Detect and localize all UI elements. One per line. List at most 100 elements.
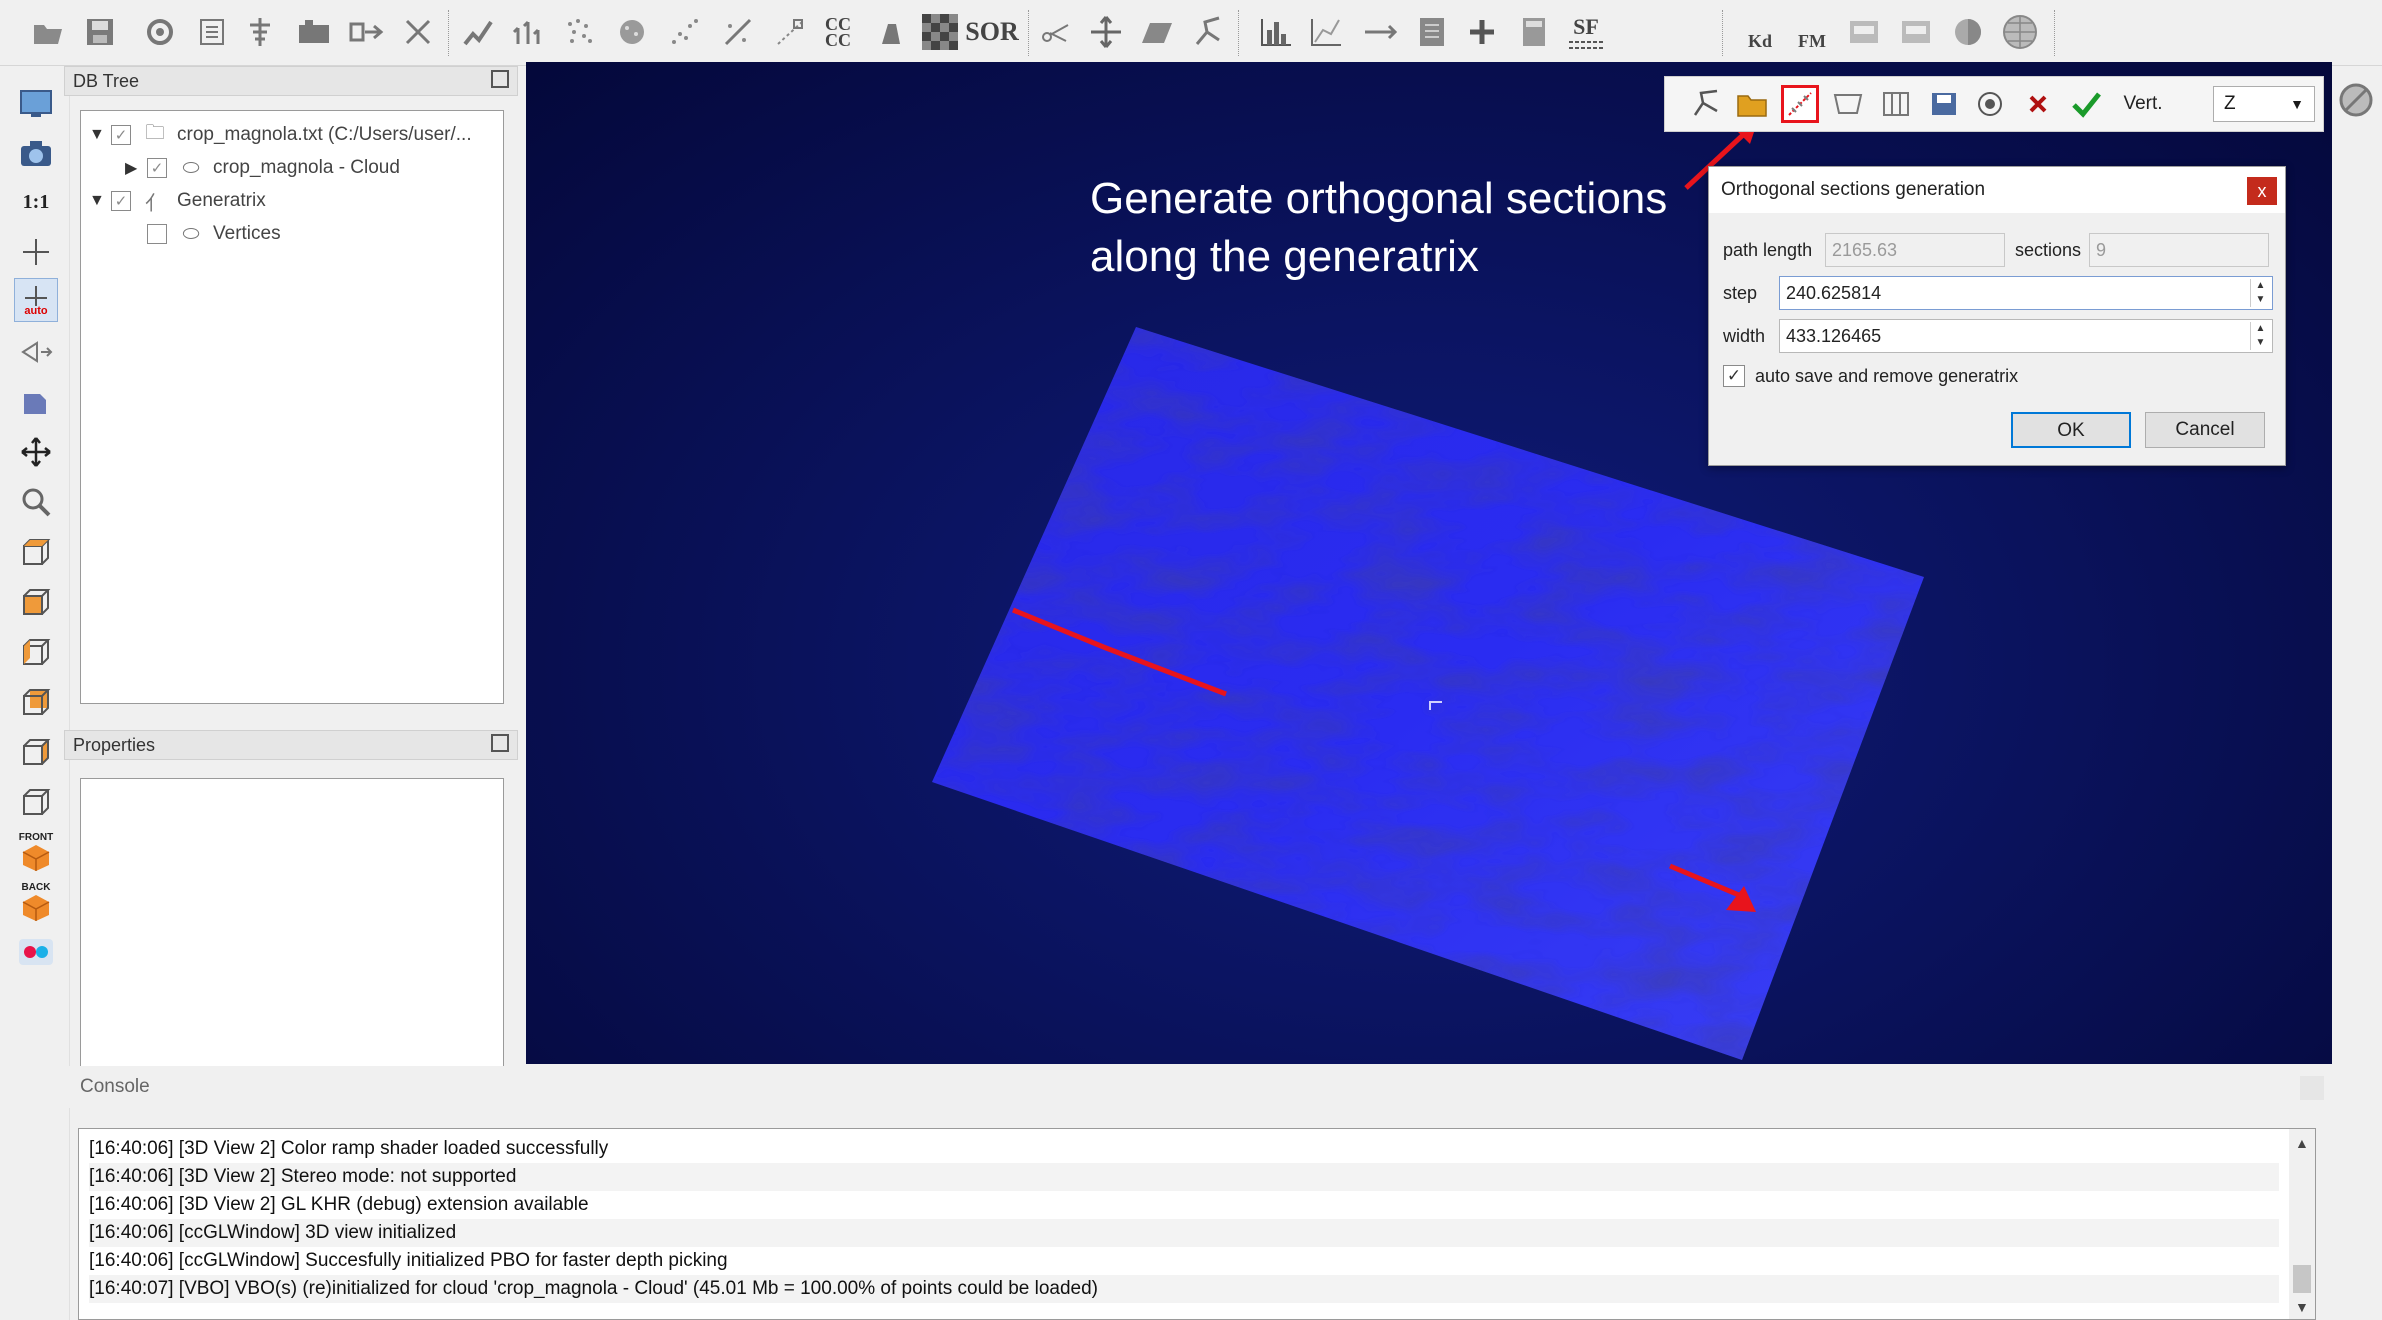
scroll-up-icon[interactable]: ▲ xyxy=(2295,1135,2309,1151)
load-view-icon[interactable] xyxy=(1896,12,1936,52)
reset-icon[interactable] xyxy=(1971,85,2009,123)
toolbar-separator xyxy=(1722,10,1724,56)
settings-icon[interactable] xyxy=(140,12,180,52)
sample-icon[interactable] xyxy=(612,12,652,52)
sphere-icon[interactable] xyxy=(1948,12,1988,52)
pivot-icon[interactable] xyxy=(14,230,58,274)
validate-icon[interactable] xyxy=(2067,85,2105,123)
extract-icon[interactable] xyxy=(1877,85,1915,123)
fm-icon[interactable]: FM xyxy=(1792,12,1832,52)
front-iso-icon[interactable]: FRONT xyxy=(14,830,58,874)
clone-icon[interactable] xyxy=(458,12,498,52)
db-tree-title-bar: DB Tree xyxy=(64,66,518,96)
filter-icon[interactable] xyxy=(1412,12,1452,52)
no-entry-icon[interactable] xyxy=(2336,80,2376,120)
resample2-icon[interactable] xyxy=(770,12,810,52)
auto-save-option[interactable]: ✓ auto save and remove generatrix xyxy=(1723,365,2018,387)
visibility-checkbox[interactable]: ✓ xyxy=(147,158,167,178)
float-icon[interactable] xyxy=(491,70,509,88)
view-toolbar: 1:1 auto FRONT BACK xyxy=(0,66,70,1320)
width-spinbox[interactable]: 433.126465 ▲ ▼ xyxy=(1779,319,2273,353)
cancel-button[interactable]: Cancel xyxy=(2145,412,2265,448)
object-icon[interactable] xyxy=(14,380,58,424)
axis-dropdown[interactable]: Z ▼ xyxy=(2213,86,2315,122)
scrollbar-thumb[interactable] xyxy=(2293,1265,2311,1293)
list-icon[interactable] xyxy=(192,12,232,52)
step-spinbox[interactable]: 240.625814 ▲ ▼ xyxy=(1779,276,2273,310)
display-icon[interactable] xyxy=(14,82,58,126)
globe-icon[interactable] xyxy=(2000,12,2040,52)
kd-icon[interactable]: Kd xyxy=(1740,12,1780,52)
tree-item-cloud[interactable]: ▶ ✓ ⬭ crop_magnola - Cloud xyxy=(125,152,400,184)
calc-icon[interactable] xyxy=(1514,12,1554,52)
cancel-icon[interactable] xyxy=(2019,85,2057,123)
path-length-label: path length xyxy=(1723,240,1813,260)
console-log[interactable]: [16:40:06] [3D View 2] Color ramp shader… xyxy=(78,1128,2316,1320)
sf-icon[interactable]: SF xyxy=(1566,12,1606,52)
checker-icon[interactable] xyxy=(920,12,960,52)
generatrix-icon[interactable] xyxy=(1188,12,1228,52)
sor-icon[interactable]: SOR xyxy=(965,12,1018,52)
console-scrollbar[interactable]: ▲ ▼ xyxy=(2289,1129,2315,1319)
step-label: step xyxy=(1723,283,1758,303)
scatter-icon[interactable] xyxy=(664,12,704,52)
plot-icon[interactable] xyxy=(1306,12,1346,52)
scissors-icon[interactable] xyxy=(1036,12,1076,52)
move-icon[interactable] xyxy=(14,430,58,474)
visibility-checkbox[interactable]: ✓ xyxy=(111,125,131,145)
stereo-icon[interactable] xyxy=(14,930,58,974)
export-sections-icon[interactable] xyxy=(1925,85,1963,123)
toolbar-separator xyxy=(448,10,450,56)
scroll-down-icon[interactable]: ▼ xyxy=(2295,1299,2309,1315)
ok-button[interactable]: OK xyxy=(2011,412,2131,448)
compare-icon[interactable] xyxy=(870,12,910,52)
save-view-icon[interactable] xyxy=(1844,12,1884,52)
back-view-icon[interactable] xyxy=(14,680,58,724)
right-view-icon[interactable] xyxy=(14,730,58,774)
noise-icon[interactable] xyxy=(560,12,600,52)
left-view-icon[interactable] xyxy=(14,630,58,674)
zoom-icon[interactable] xyxy=(14,480,58,524)
normals-icon[interactable] xyxy=(510,12,550,52)
back-iso-icon[interactable]: BACK xyxy=(14,880,58,924)
tree-item-vertices[interactable]: ⬭ Vertices xyxy=(135,218,281,250)
collapse-arrow-icon[interactable]: ▼ xyxy=(89,192,111,210)
merge-icon[interactable] xyxy=(294,12,334,52)
close-button[interactable]: x xyxy=(2247,177,2277,205)
expand-arrow-icon[interactable]: ▶ xyxy=(125,158,147,178)
sections-label: sections xyxy=(2015,240,2082,260)
top-view-icon[interactable] xyxy=(14,530,58,574)
export-icon[interactable] xyxy=(346,12,386,52)
import-icon[interactable] xyxy=(1733,85,1771,123)
auto-save-checkbox[interactable]: ✓ xyxy=(1723,365,1745,387)
front-view-icon[interactable] xyxy=(14,580,58,624)
plane-icon[interactable] xyxy=(1136,12,1176,52)
delete-icon[interactable] xyxy=(398,12,438,52)
add-icon[interactable] xyxy=(1462,12,1502,52)
cc-icon[interactable]: CC CC xyxy=(818,12,858,52)
resample-icon[interactable] xyxy=(718,12,758,52)
spin-arrows-icon[interactable]: ▲ ▼ xyxy=(2250,322,2270,350)
spin-arrows-icon[interactable]: ▲ ▼ xyxy=(2250,279,2270,307)
minmax-icon[interactable] xyxy=(1360,12,1400,52)
float-icon[interactable] xyxy=(491,734,509,752)
perspective-icon[interactable] xyxy=(14,330,58,374)
tree-item-generatrix[interactable]: ▼ ✓ ⺅ Generatrix xyxy=(89,185,266,217)
histogram-icon[interactable] xyxy=(1256,12,1296,52)
camera-icon[interactable] xyxy=(14,132,58,176)
visibility-checkbox[interactable] xyxy=(147,224,167,244)
save-icon[interactable] xyxy=(80,12,120,52)
unfold-icon[interactable] xyxy=(1829,85,1867,123)
generate-sections-icon[interactable] xyxy=(1781,85,1819,123)
visibility-checkbox[interactable]: ✓ xyxy=(111,191,131,211)
collapse-arrow-icon[interactable]: ▼ xyxy=(89,126,111,144)
console-close-button[interactable] xyxy=(2300,1076,2324,1100)
polyline-icon[interactable] xyxy=(1687,85,1725,123)
auto-pivot-icon[interactable]: auto xyxy=(14,278,58,322)
move-icon[interactable] xyxy=(1086,12,1126,52)
tree-item-file[interactable]: ▼ ✓ 🗀 crop_magnola.txt (C:/Users/user/..… xyxy=(89,119,472,151)
ratio-icon[interactable]: 1:1 xyxy=(14,180,58,224)
bottom-view-icon[interactable] xyxy=(14,780,58,824)
open-icon[interactable] xyxy=(28,12,68,52)
tree-icon[interactable] xyxy=(240,12,280,52)
